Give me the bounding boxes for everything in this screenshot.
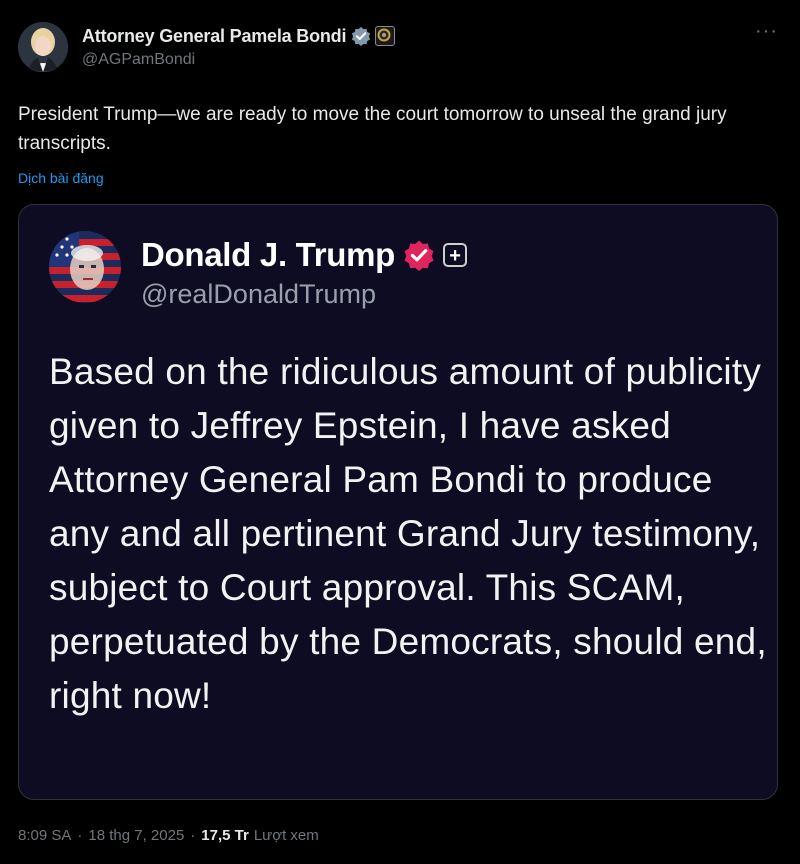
post-metadata: 8:09 SA · 18 thg 7, 2025 · 17,5 Tr Lượt …: [18, 827, 319, 844]
quote-display-name: Donald J. Trump: [141, 236, 396, 273]
quote-handle: @realDonaldTrump: [141, 279, 376, 309]
more-options-icon[interactable]: ···: [755, 21, 778, 41]
separator: ·: [77, 827, 83, 844]
views-count[interactable]: 17,5 Tr: [201, 827, 249, 844]
quote-name-row: Donald J. Trump +: [141, 233, 468, 277]
post-time[interactable]: 8:09 SA: [18, 827, 71, 844]
translate-link[interactable]: Dịch bài đăng: [18, 170, 104, 186]
author-name-row: Attorney General Pamela Bondi: [82, 24, 396, 48]
tweet-text: President Trump—we are ready to move the…: [18, 104, 727, 154]
views-label: Lượt xem: [253, 827, 319, 844]
author-avatar[interactable]: [18, 22, 68, 72]
author-handle[interactable]: @AGPamBondi: [82, 51, 195, 69]
quoted-post-card[interactable]: Donald J. Trump + @realDonaldTrump Based…: [18, 204, 778, 800]
quote-author-avatar: [49, 231, 121, 303]
pink-verified-badge-icon: [404, 240, 434, 271]
plus-icon: +: [443, 243, 468, 267]
government-seal-icon[interactable]: [375, 26, 396, 46]
gray-verified-badge-icon[interactable]: [351, 26, 371, 46]
post-date[interactable]: 18 thg 7, 2025: [88, 827, 184, 844]
separator: ·: [190, 827, 196, 844]
quote-text: Based on the ridiculous amount of public…: [49, 351, 767, 716]
author-display-name[interactable]: Attorney General Pamela Bondi: [82, 26, 346, 47]
